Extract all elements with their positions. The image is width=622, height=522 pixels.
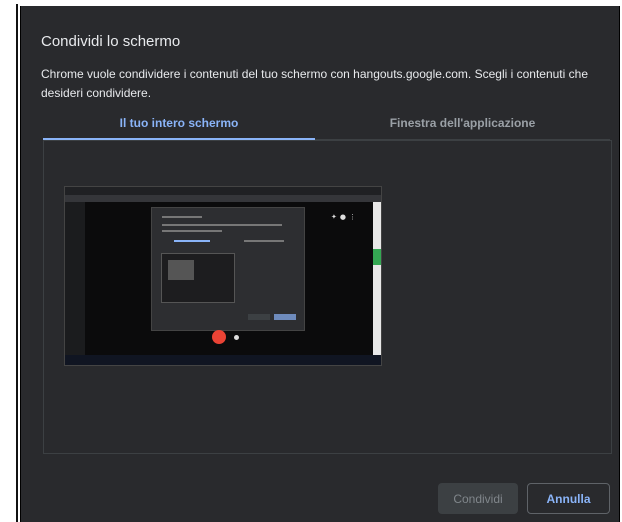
share-screen-dialog: Condividi lo schermo Chrome vuole condiv…: [20, 6, 620, 522]
tab-entire-screen[interactable]: Il tuo intero schermo: [43, 110, 315, 140]
thumb-tab-inactive: [244, 240, 284, 242]
share-button[interactable]: Condividi: [438, 483, 518, 514]
dialog-description: Chrome vuole condividere i contenuti del…: [41, 67, 588, 100]
thumb-hangup-icon: [212, 330, 226, 344]
cancel-button[interactable]: Annulla: [527, 483, 610, 514]
screen-thumbnail[interactable]: ✦●⋮: [64, 186, 382, 366]
thumb-cancel-button: [274, 314, 296, 320]
thumb-call-icons: ✦●⋮: [331, 213, 359, 221]
thumb-sidebar-highlight: [373, 249, 381, 265]
thumb-share-button: [248, 314, 270, 320]
thumb-nested-image: [168, 260, 194, 280]
thumb-right-sidebar: [373, 202, 381, 356]
thumb-line: [162, 230, 222, 232]
thumb-tab-bar: [65, 187, 381, 195]
source-tabs: Il tuo intero schermo Finestra dell'appl…: [43, 110, 610, 140]
thumb-tab-active: [174, 240, 210, 242]
dialog-title: Condividi lo schermo: [41, 33, 181, 50]
thumb-control-dot: [234, 335, 239, 340]
thumb-address-bar: [65, 195, 381, 202]
thumb-left-sidebar: [65, 202, 85, 356]
tab-application-window[interactable]: Finestra dell'applicazione: [315, 110, 610, 140]
thumb-line: [162, 216, 202, 218]
window-left-border: [0, 0, 22, 522]
thumb-nested-dialog: [151, 207, 305, 331]
thumb-line: [162, 224, 282, 226]
thumb-taskbar: [65, 355, 381, 365]
screen-picker-area: ✦●⋮: [43, 140, 612, 454]
